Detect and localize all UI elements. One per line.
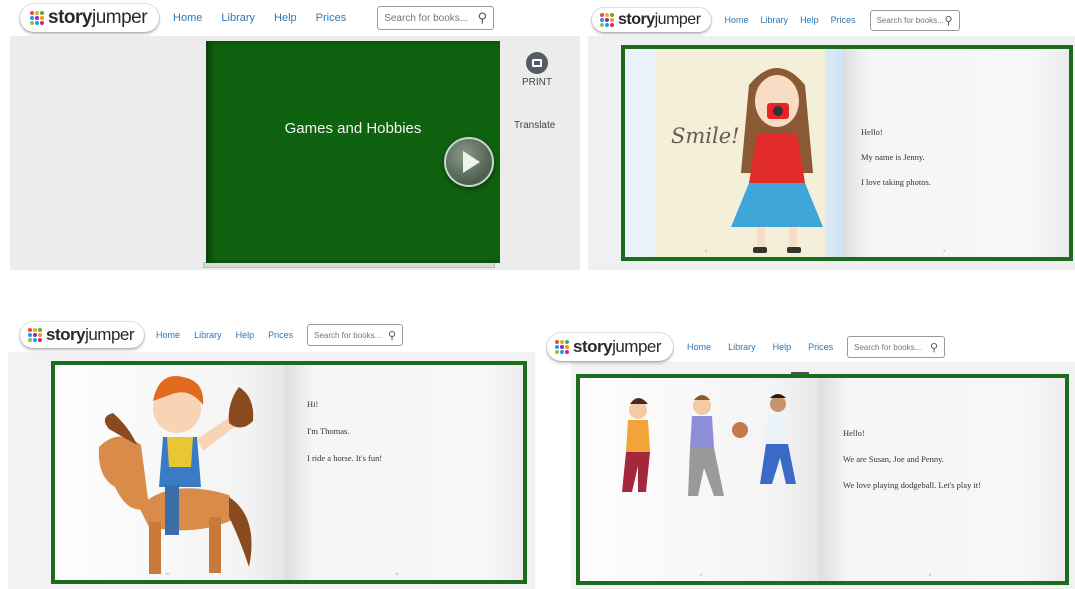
logo-text-jumper: jumper <box>85 325 135 344</box>
logo-dots-icon <box>555 340 569 354</box>
right-page: Hello! We are Susan, Joe and Penny. We l… <box>819 378 1065 581</box>
logo-text-jumper: jumper <box>654 11 701 28</box>
logo-text-story: story <box>48 7 92 28</box>
search-input[interactable] <box>854 342 931 352</box>
children-playing-dodgeball-illustration <box>622 394 796 496</box>
storyjumper-logo[interactable]: story jumper <box>20 322 145 348</box>
main-nav: Home Library Help Prices <box>687 342 833 352</box>
right-page: Hi! I'm Thomas. I ride a horse. It's fun… <box>285 365 523 580</box>
logo-dots-icon <box>600 13 614 27</box>
nav-help[interactable]: Help <box>773 342 792 352</box>
left-page: Smile! 1 <box>625 49 849 257</box>
story-text: Hello! My name is Jenny. I love taking p… <box>861 127 931 202</box>
logo-dots-icon <box>28 328 42 342</box>
play-icon <box>463 151 480 173</box>
story-text: Hi! I'm Thomas. I ride a horse. It's fun… <box>307 399 382 478</box>
story-line: Hi! <box>307 399 319 409</box>
story-line: We love playing dodgeball. Let's play it… <box>843 480 981 490</box>
search-input[interactable] <box>314 330 389 340</box>
nav-library[interactable]: Library <box>761 15 789 25</box>
nav-help[interactable]: Help <box>274 12 297 24</box>
open-book[interactable]: 2 Hello! We are Susan, Joe and Penny. We… <box>576 374 1069 585</box>
story-text: Hello! We are Susan, Joe and Penny. We l… <box>843 428 981 505</box>
page-number: 3 <box>943 248 946 253</box>
book-cover[interactable]: Games and Hobbies <box>206 41 500 263</box>
search-box[interactable]: ⚲ <box>377 6 495 30</box>
cover-title: Games and Hobbies <box>284 120 422 137</box>
girl-with-camera-illustration <box>731 68 823 253</box>
search-icon[interactable]: ⚲ <box>478 10 488 26</box>
page-number: 3 <box>929 572 932 577</box>
main-nav: Home Library Help Prices <box>173 12 346 24</box>
story-line: We are Susan, Joe and Penny. <box>843 454 944 464</box>
left-page: 2 <box>580 378 825 581</box>
logo-text-story: story <box>618 11 655 28</box>
search-box[interactable]: ⚲ <box>869 9 960 31</box>
logo-dots-icon <box>30 11 44 25</box>
nav-help[interactable]: Help <box>800 15 819 25</box>
search-icon[interactable]: ⚲ <box>930 341 938 354</box>
search-box[interactable]: ⚲ <box>307 324 404 346</box>
main-nav: Home Library Help Prices <box>725 15 856 25</box>
nav-prices[interactable]: Prices <box>268 330 293 340</box>
nav-prices[interactable]: Prices <box>808 342 833 352</box>
nav-home[interactable]: Home <box>725 15 749 25</box>
storyjumper-logo[interactable]: story jumper <box>592 8 711 32</box>
story-line: I'm Thomas. <box>307 426 350 436</box>
nav-library[interactable]: Library <box>194 330 222 340</box>
boy-riding-horse-illustration <box>98 376 254 574</box>
panel-jenny: storyjumper Home Library Help Prices ⚲ S… <box>588 0 1075 270</box>
print-label: PRINT <box>522 77 552 88</box>
nav-help[interactable]: Help <box>236 330 255 340</box>
search-input[interactable] <box>876 15 945 25</box>
story-line: I ride a horse. It's fun! <box>307 453 383 463</box>
nav-prices[interactable]: Prices <box>316 12 347 24</box>
print-button[interactable]: PRINT <box>516 52 558 88</box>
nav-library[interactable]: Library <box>221 12 255 24</box>
site-header: storyjumper Home Library Help Prices ⚲ <box>0 0 580 36</box>
panel-book-cover: storyjumper Home Library Help Prices ⚲ G… <box>0 0 580 270</box>
page-number: 11 <box>395 571 400 576</box>
open-book[interactable]: Smile! 1 Hello! My name is Jenny. I love… <box>621 45 1073 261</box>
printer-icon <box>526 52 548 74</box>
left-page: 10 <box>55 365 291 580</box>
panel-thomas: storyjumper Home Library Help Prices ⚲ <box>0 312 535 589</box>
translate-link[interactable]: Translate <box>514 120 555 131</box>
site-header: storyjumper Home Library Help Prices ⚲ <box>543 322 1075 372</box>
story-line: I love taking photos. <box>861 177 931 187</box>
search-input[interactable] <box>384 12 478 24</box>
page-number: 1 <box>705 248 708 253</box>
page-edge <box>625 49 655 257</box>
play-button[interactable] <box>444 137 494 187</box>
search-icon[interactable]: ⚲ <box>388 329 396 342</box>
nav-library[interactable]: Library <box>728 342 756 352</box>
logo-text-jumper: jumper <box>612 337 662 356</box>
storyjumper-logo[interactable]: story jumper <box>547 333 674 361</box>
site-header: storyjumper Home Library Help Prices ⚲ <box>0 312 535 358</box>
site-header: storyjumper Home Library Help Prices ⚲ <box>588 0 1075 40</box>
logo-text-story: story <box>46 325 86 344</box>
story-line: Hello! <box>861 127 883 137</box>
logo-text-story: story <box>573 337 613 356</box>
story-line: My name is Jenny. <box>861 152 925 162</box>
nav-home[interactable]: Home <box>173 12 202 24</box>
main-nav: Home Library Help Prices <box>156 330 293 340</box>
page-number: 10 <box>165 571 170 576</box>
right-page: Hello! My name is Jenny. I love taking p… <box>843 49 1069 257</box>
search-box[interactable]: ⚲ <box>847 336 946 358</box>
story-line: Hello! <box>843 428 865 438</box>
logo-text-jumper: jumper <box>91 7 148 28</box>
nav-prices[interactable]: Prices <box>831 15 856 25</box>
nav-home[interactable]: Home <box>156 330 180 340</box>
storyjumper-logo[interactable]: story jumper <box>20 4 160 32</box>
panel-dodgeball: storyjumper Home Library Help Prices ⚲ <box>543 322 1075 589</box>
nav-home[interactable]: Home <box>687 342 711 352</box>
open-book[interactable]: 10 Hi! I'm Thomas. I ride a horse. It's … <box>51 361 527 584</box>
search-icon[interactable]: ⚲ <box>945 14 953 27</box>
page-number: 2 <box>700 572 703 577</box>
